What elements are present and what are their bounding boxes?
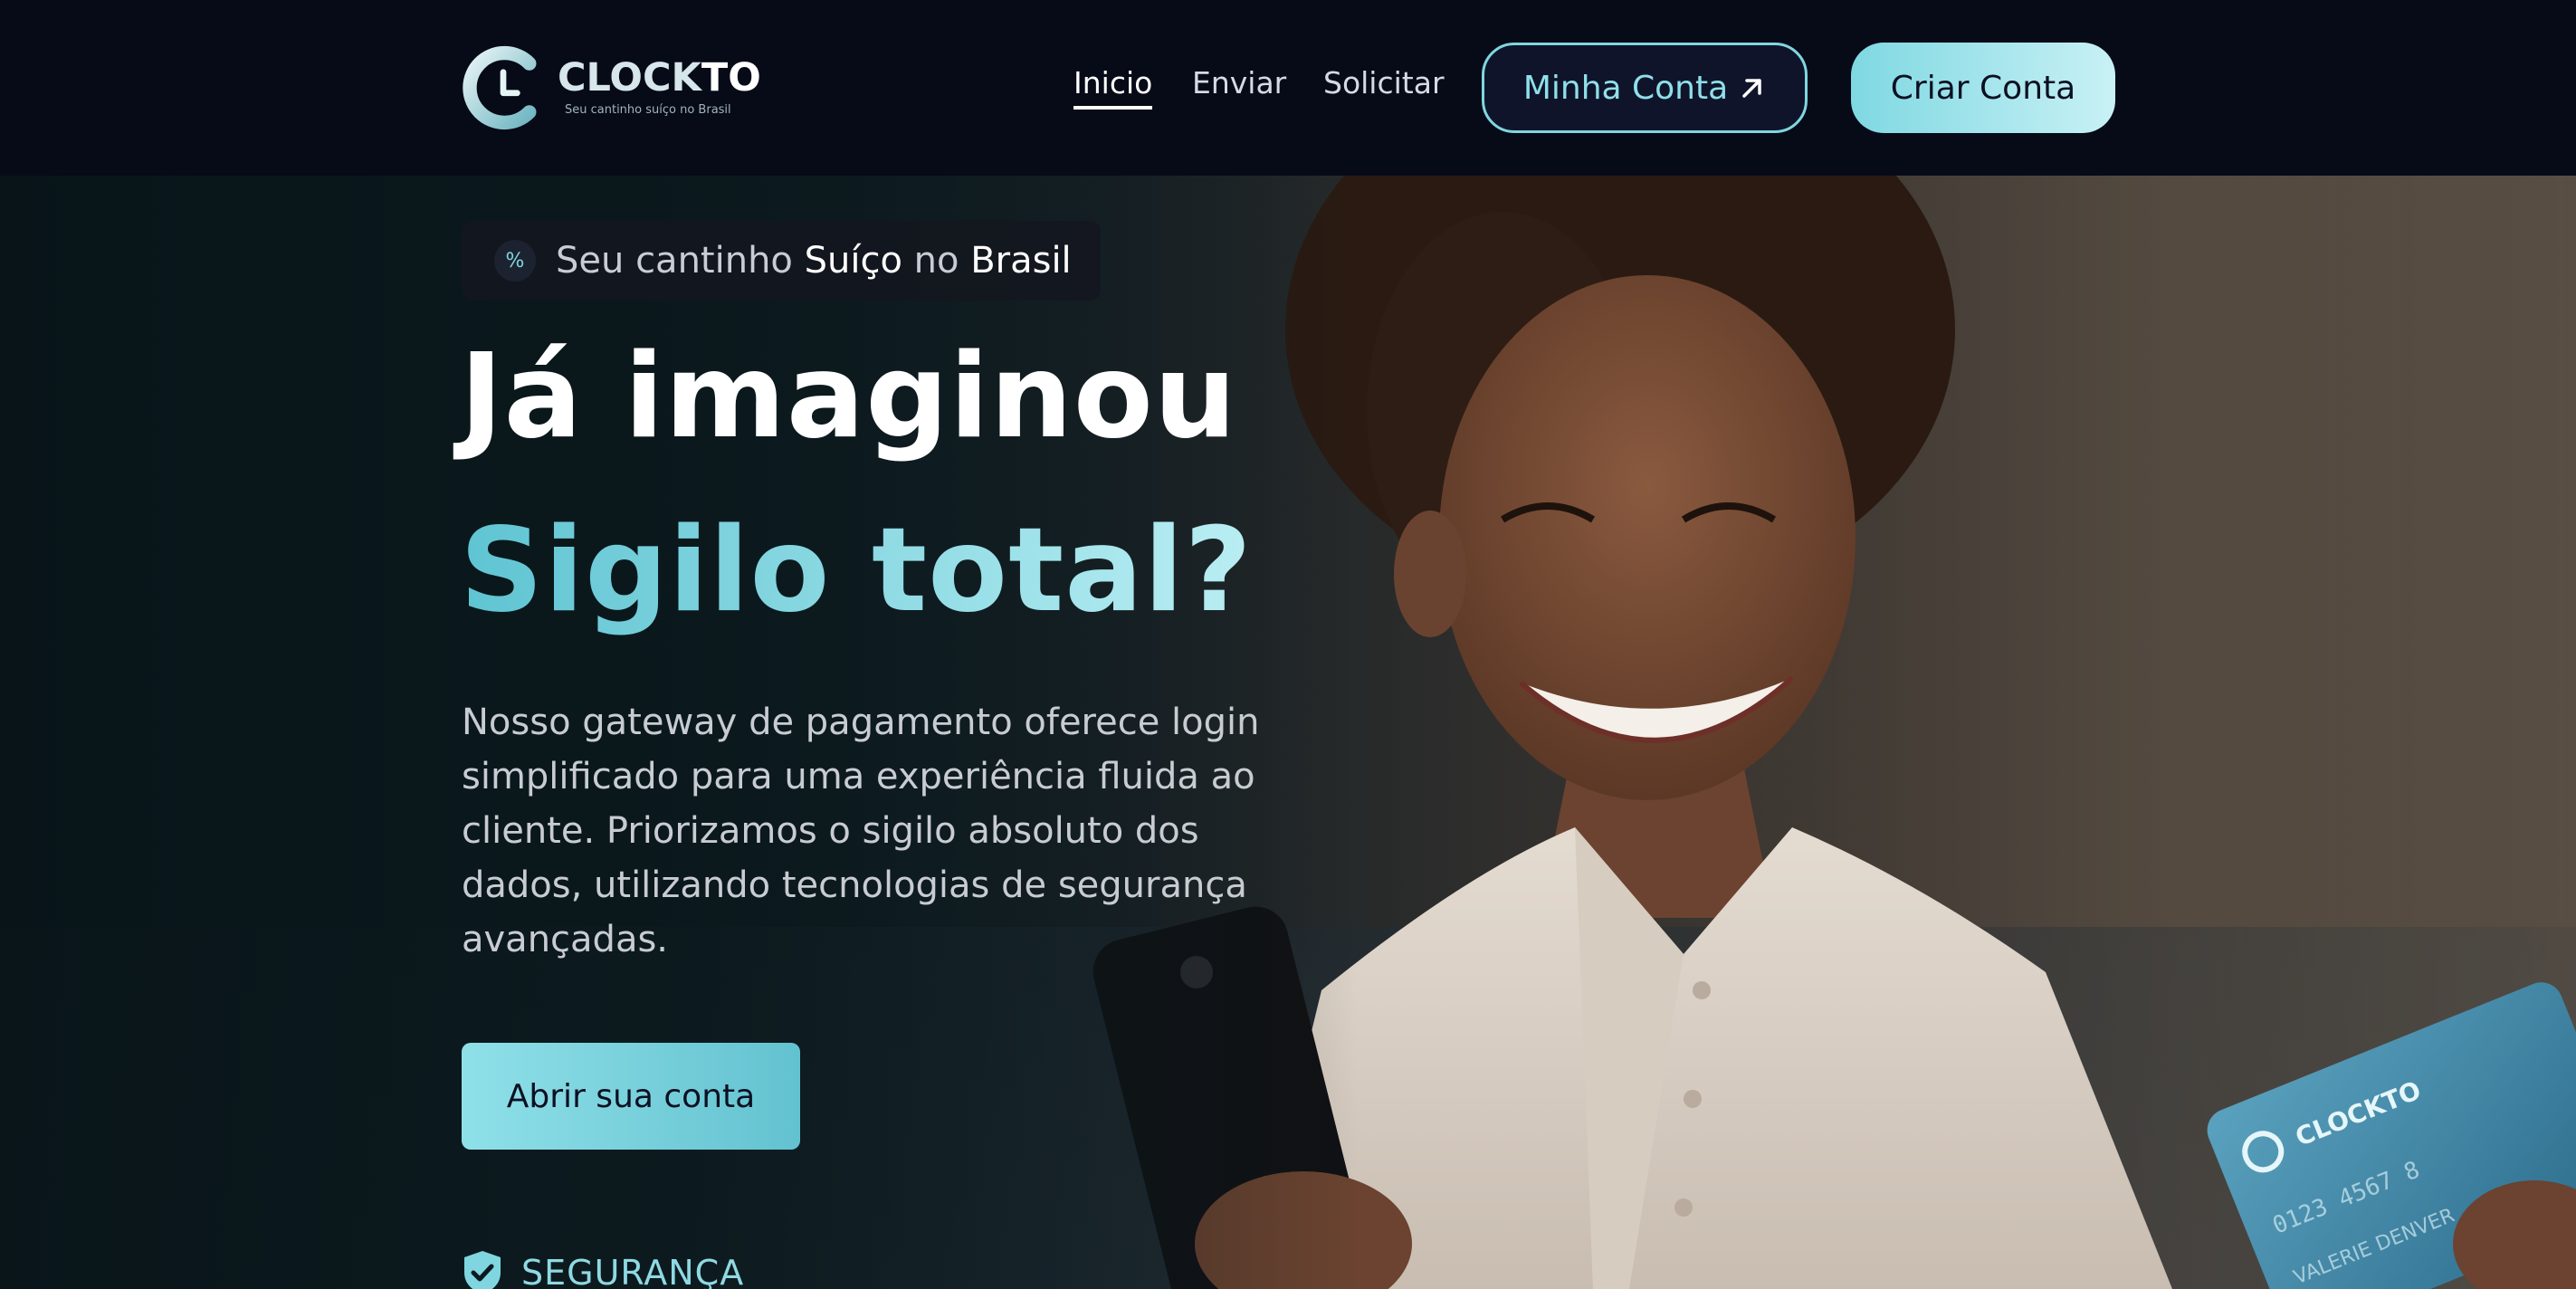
- badge-text: Seu cantinho Suíço no Brasil: [556, 240, 1072, 282]
- percent-icon: %: [494, 240, 536, 282]
- clock-logo-icon: [463, 45, 537, 130]
- logo-text: CLOCKTO Seu cantinho suíço no Brasil: [558, 55, 761, 118]
- top-navbar: CLOCKTO Seu cantinho suíço no Brasil Ini…: [0, 0, 2576, 176]
- my-account-label: Minha Conta: [1522, 69, 1729, 107]
- nav-link-solicitar[interactable]: Solicitar: [1323, 65, 1445, 100]
- tagline-badge: % Seu cantinho Suíço no Brasil: [462, 221, 1101, 301]
- nav-link-enviar[interactable]: Enviar: [1192, 65, 1286, 100]
- create-account-button[interactable]: Criar Conta: [1851, 43, 2115, 133]
- shield-check-icon: [464, 1251, 501, 1289]
- hero-title-line2: Sigilo total?: [460, 503, 1253, 638]
- arrow-up-right-icon: [1742, 79, 1761, 98]
- logo-wordmark: CLOCKTO: [558, 55, 761, 100]
- logo-tagline: Seu cantinho suíço no Brasil: [565, 103, 731, 117]
- security-label: SEGURANÇA: [521, 1253, 745, 1289]
- nav-link-inicio[interactable]: Inicio: [1073, 65, 1153, 110]
- hero-description: Nosso gateway de pagamento oferece login…: [462, 702, 1260, 960]
- hero-title-line1: Já imaginou: [460, 329, 1237, 464]
- my-account-button[interactable]: Minha Conta: [1482, 43, 1808, 133]
- clockto-logo[interactable]: CLOCKTO Seu cantinho suíço no Brasil: [460, 40, 761, 136]
- hero-section: CLOCKTO 0123 4567 8 VALERIE DENVER % Seu…: [0, 176, 2576, 1289]
- security-feature: SEGURANÇA: [462, 1249, 744, 1289]
- open-account-button[interactable]: Abrir sua conta: [462, 1043, 800, 1150]
